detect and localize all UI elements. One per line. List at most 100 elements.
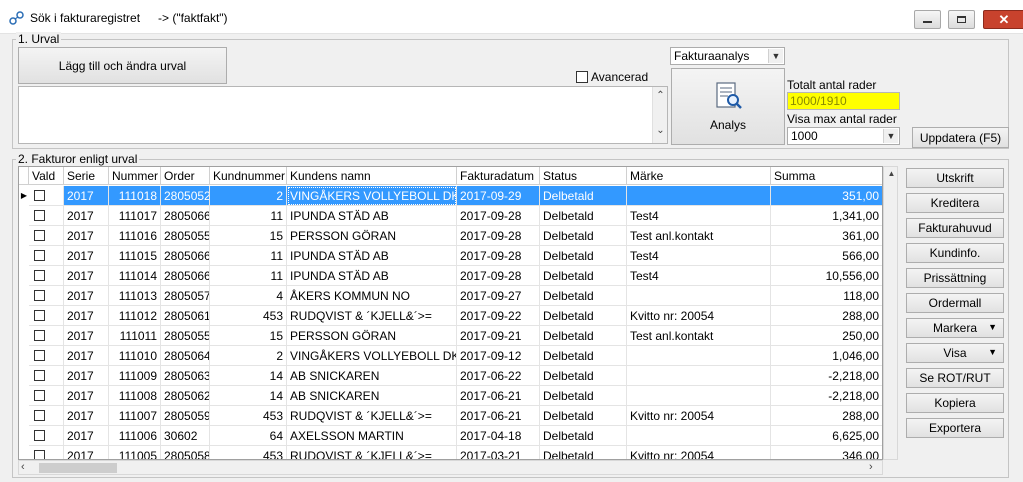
selection-textarea[interactable]: ⌃ ⌄ bbox=[18, 86, 668, 144]
kundnummer-cell[interactable]: 453 bbox=[210, 306, 287, 326]
kundens-namn-cell[interactable]: AXELSSON MARTIN bbox=[287, 426, 457, 446]
summa-cell[interactable]: 250,00 bbox=[771, 326, 882, 346]
header-order[interactable]: Order bbox=[161, 167, 210, 185]
header-kundnummer[interactable]: Kundnummer bbox=[210, 167, 287, 185]
table-row[interactable]: 2017 111006 30602 64 AXELSSON MARTIN 2017-04-… bbox=[19, 426, 882, 446]
serie-cell[interactable]: 2017 bbox=[64, 386, 109, 406]
marke-cell[interactable]: Kvitto nr: 20054 bbox=[627, 306, 771, 326]
fakturadatum-cell[interactable]: 2017-09-29 bbox=[457, 186, 540, 206]
status-cell[interactable]: Delbetald bbox=[540, 426, 627, 446]
summa-cell[interactable]: 351,00 bbox=[771, 186, 882, 206]
nummer-cell[interactable]: 111013 bbox=[109, 286, 161, 306]
minimize-button[interactable] bbox=[914, 10, 941, 29]
kundnummer-cell[interactable]: 15 bbox=[210, 226, 287, 246]
row-select-checkbox[interactable] bbox=[34, 390, 45, 401]
prissattning-button[interactable]: Prissättning bbox=[906, 268, 1004, 288]
order-cell[interactable]: 2805064 bbox=[161, 346, 210, 366]
serie-cell[interactable]: 2017 bbox=[64, 326, 109, 346]
summa-cell[interactable]: 118,00 bbox=[771, 286, 882, 306]
kundnummer-cell[interactable]: 453 bbox=[210, 406, 287, 426]
marke-cell[interactable]: Test4 bbox=[627, 266, 771, 286]
table-row[interactable]: 2017 111009 2805063 14 AB SNICKAREN 2017-06-2… bbox=[19, 366, 882, 386]
markera-button[interactable]: Markera ▼ bbox=[906, 318, 1004, 338]
nummer-cell[interactable]: 111014 bbox=[109, 266, 161, 286]
scroll-left-icon[interactable]: ‹ bbox=[21, 461, 25, 473]
header-marke[interactable]: Märke bbox=[627, 167, 771, 185]
row-select-checkbox[interactable] bbox=[34, 430, 45, 441]
fakturadatum-cell[interactable]: 2017-06-22 bbox=[457, 366, 540, 386]
order-cell[interactable]: 2805057 bbox=[161, 286, 210, 306]
marke-cell[interactable]: Kvitto nr: 20054 bbox=[627, 446, 771, 459]
kundens-namn-cell[interactable]: AB SNICKAREN bbox=[287, 386, 457, 406]
header-nummer[interactable]: Nummer bbox=[109, 167, 161, 185]
serie-cell[interactable]: 2017 bbox=[64, 346, 109, 366]
summa-cell[interactable]: 6,625,00 bbox=[771, 426, 882, 446]
serie-cell[interactable]: 2017 bbox=[64, 366, 109, 386]
marke-cell[interactable]: Test anl.kontakt bbox=[627, 326, 771, 346]
row-select-checkbox[interactable] bbox=[34, 230, 45, 241]
row-select-checkbox[interactable] bbox=[34, 310, 45, 321]
order-cell[interactable]: 2805055 bbox=[161, 226, 210, 246]
kopiera-button[interactable]: Kopiera bbox=[906, 393, 1004, 413]
serie-cell[interactable]: 2017 bbox=[64, 446, 109, 459]
table-row[interactable]: 2017 111013 2805057 4 ÅKERS KOMMUN NO 2017-09… bbox=[19, 286, 882, 306]
row-select-checkbox[interactable] bbox=[34, 350, 45, 361]
add-edit-selection-button[interactable]: Lägg till och ändra urval bbox=[18, 47, 227, 84]
marke-cell[interactable]: Kvitto nr: 20054 bbox=[627, 406, 771, 426]
visa-button[interactable]: Visa ▼ bbox=[906, 343, 1004, 363]
nummer-cell[interactable]: 111018 bbox=[109, 186, 161, 206]
kreditera-button[interactable]: Kreditera bbox=[906, 193, 1004, 213]
scroll-thumb[interactable] bbox=[39, 463, 117, 473]
order-cell[interactable]: 2805052 bbox=[161, 186, 210, 206]
serie-cell[interactable]: 2017 bbox=[64, 206, 109, 226]
row-select-checkbox[interactable] bbox=[34, 250, 45, 261]
table-row[interactable]: 2017 111015 2805066 11 IPUNDA STÄD AB 2017-09… bbox=[19, 246, 882, 266]
table-row[interactable]: 2017 111017 2805066 11 IPUNDA STÄD AB 2017-09… bbox=[19, 206, 882, 226]
kundens-namn-cell[interactable]: VINGÅKERS VOLLYEBOLL DK´ bbox=[287, 346, 457, 366]
kundens-namn-cell[interactable]: RUDQVIST & ´KJELL&´>= bbox=[287, 446, 457, 459]
table-row[interactable]: 2017 111016 2805055 15 PERSSON GÖRAN 2017-09-… bbox=[19, 226, 882, 246]
serie-cell[interactable]: 2017 bbox=[64, 306, 109, 326]
selection-scrollbar[interactable]: ⌃ ⌄ bbox=[652, 87, 667, 143]
order-cell[interactable]: 2805059 bbox=[161, 406, 210, 426]
kundnummer-cell[interactable]: 11 bbox=[210, 266, 287, 286]
order-cell[interactable]: 2805055 bbox=[161, 326, 210, 346]
kundnummer-cell[interactable]: 11 bbox=[210, 206, 287, 226]
fakturadatum-cell[interactable]: 2017-03-21 bbox=[457, 446, 540, 459]
fakturadatum-cell[interactable]: 2017-09-21 bbox=[457, 326, 540, 346]
row-select-checkbox[interactable] bbox=[34, 450, 45, 459]
serie-cell[interactable]: 2017 bbox=[64, 426, 109, 446]
status-cell[interactable]: Delbetald bbox=[540, 266, 627, 286]
fakturadatum-cell[interactable]: 2017-06-21 bbox=[457, 386, 540, 406]
status-cell[interactable]: Delbetald bbox=[540, 366, 627, 386]
row-select-checkbox[interactable] bbox=[34, 210, 45, 221]
status-cell[interactable]: Delbetald bbox=[540, 286, 627, 306]
kundens-namn-cell[interactable]: IPUNDA STÄD AB bbox=[287, 266, 457, 286]
header-serie[interactable]: Serie bbox=[64, 167, 109, 185]
header-kundens-namn[interactable]: Kundens namn bbox=[287, 167, 457, 185]
summa-cell[interactable]: 566,00 bbox=[771, 246, 882, 266]
table-row[interactable]: 2017 111008 2805062 14 AB SNICKAREN 2017-06-2… bbox=[19, 386, 882, 406]
status-cell[interactable]: Delbetald bbox=[540, 206, 627, 226]
summa-cell[interactable]: 1,046,00 bbox=[771, 346, 882, 366]
fakturadatum-cell[interactable]: 2017-09-28 bbox=[457, 266, 540, 286]
kundens-namn-cell[interactable]: PERSSON GÖRAN bbox=[287, 326, 457, 346]
status-cell[interactable]: Delbetald bbox=[540, 306, 627, 326]
table-row[interactable]: 2017 111005 2805058 453 RUDQVIST & ´KJELL&´>… bbox=[19, 446, 882, 459]
kundnummer-cell[interactable]: 14 bbox=[210, 366, 287, 386]
header-vald[interactable]: Vald bbox=[29, 167, 64, 185]
serie-cell[interactable]: 2017 bbox=[64, 406, 109, 426]
kundnummer-cell[interactable]: 4 bbox=[210, 286, 287, 306]
nummer-cell[interactable]: 111016 bbox=[109, 226, 161, 246]
nummer-cell[interactable]: 111012 bbox=[109, 306, 161, 326]
grid-vertical-scrollbar[interactable]: ▲ bbox=[883, 166, 898, 460]
nummer-cell[interactable]: 111009 bbox=[109, 366, 161, 386]
kundens-namn-cell[interactable]: AB SNICKAREN bbox=[287, 366, 457, 386]
order-cell[interactable]: 2805066 bbox=[161, 266, 210, 286]
table-row[interactable]: 2017 111014 2805066 11 IPUNDA STÄD AB 2017-09… bbox=[19, 266, 882, 286]
serie-cell[interactable]: 2017 bbox=[64, 286, 109, 306]
status-cell[interactable]: Delbetald bbox=[540, 406, 627, 426]
nummer-cell[interactable]: 111005 bbox=[109, 446, 161, 459]
kundnummer-cell[interactable]: 453 bbox=[210, 446, 287, 459]
se-rot-rut-button[interactable]: Se ROT/RUT bbox=[906, 368, 1004, 388]
